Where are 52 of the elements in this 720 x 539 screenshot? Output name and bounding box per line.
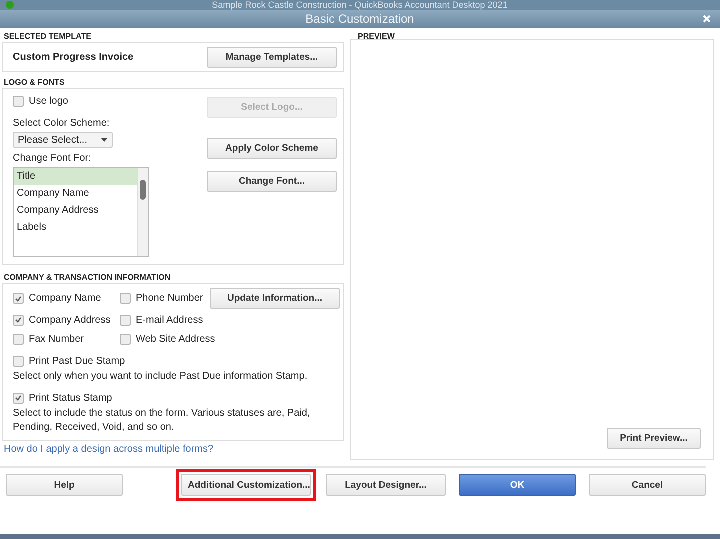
- checkbox-label: Fax Number: [29, 334, 84, 344]
- list-item[interactable]: Company Name: [14, 185, 137, 202]
- scrollbar[interactable]: [137, 168, 148, 256]
- checkbox-label: E-mail Address: [136, 314, 204, 326]
- dialog-button[interactable]: Help: [6, 474, 123, 496]
- update-information-button[interactable]: Update Information...: [210, 288, 340, 309]
- apply-color-scheme-button[interactable]: Apply Color Scheme: [207, 138, 337, 159]
- checkbox-label: Company Name: [29, 293, 102, 304]
- section-heading: PREVIEW: [357, 32, 396, 41]
- manage-templates-button[interactable]: Manage Templates...: [207, 47, 337, 68]
- check-icon: [15, 317, 22, 323]
- section-heading: COMPANY & TRANSACTION INFORMATION: [3, 273, 172, 282]
- list-item[interactable]: Company Address: [14, 202, 137, 219]
- dialog-button[interactable]: OK: [459, 474, 576, 496]
- checkbox[interactable]: [13, 356, 24, 366]
- checkbox-label: Phone Number: [136, 293, 204, 304]
- dialog-button[interactable]: Cancel: [589, 474, 706, 496]
- dialog-button[interactable]: Additional Customization...: [181, 474, 311, 496]
- help-text: Select only when you want to include Past Due information Stamp.: [13, 370, 309, 384]
- checkbox[interactable]: [13, 293, 24, 304]
- dialog-button[interactable]: Layout Designer...: [326, 474, 446, 496]
- checkbox[interactable]: [120, 314, 131, 326]
- checkbox[interactable]: [13, 314, 24, 326]
- checkbox[interactable]: [120, 293, 131, 304]
- checkbox[interactable]: [13, 392, 24, 404]
- help-text: Select to include the status on the form. Various statuses are, Paid, Pending, Received, Void, and so on.: [13, 407, 312, 435]
- check-icon: [15, 395, 22, 401]
- checkbox-label: Use logo: [29, 96, 68, 106]
- print-preview-button[interactable]: Print Preview...: [607, 428, 701, 449]
- color-scheme-dropdown[interactable]: Please Select...: [13, 132, 113, 148]
- template-name: Custom Progress Invoice: [13, 52, 134, 63]
- change-font-button[interactable]: Change Font...: [207, 171, 337, 192]
- checkbox[interactable]: [13, 96, 24, 106]
- app-title: Sample Rock Castle Construction - QuickBooks Accountant Desktop 2021: [212, 0, 508, 10]
- list-item[interactable]: Labels: [14, 219, 137, 236]
- field-label: Change Font For:: [13, 153, 92, 164]
- section-heading: LOGO & FONTS: [3, 78, 66, 87]
- app-logo-icon: [6, 1, 14, 9]
- checkbox-label: Print Past Due Stamp: [29, 356, 126, 366]
- checkbox[interactable]: [120, 334, 131, 344]
- window-title: Basic Customization: [306, 12, 414, 26]
- help-link[interactable]: How do I apply a design across multiple forms?: [4, 444, 214, 455]
- checkbox[interactable]: [13, 334, 24, 344]
- section-heading: SELECTED TEMPLATE: [3, 32, 92, 41]
- caret-icon: [101, 138, 108, 142]
- check-icon: [15, 296, 22, 302]
- field-label: Select Color Scheme:: [13, 118, 111, 129]
- checkbox-label: Web Site Address: [136, 334, 216, 344]
- checkbox-label: Company Address: [29, 314, 111, 326]
- list-item[interactable]: Title: [14, 168, 137, 185]
- checkbox-label: Print Status Stamp: [29, 392, 112, 404]
- close-icon[interactable]: [702, 14, 712, 24]
